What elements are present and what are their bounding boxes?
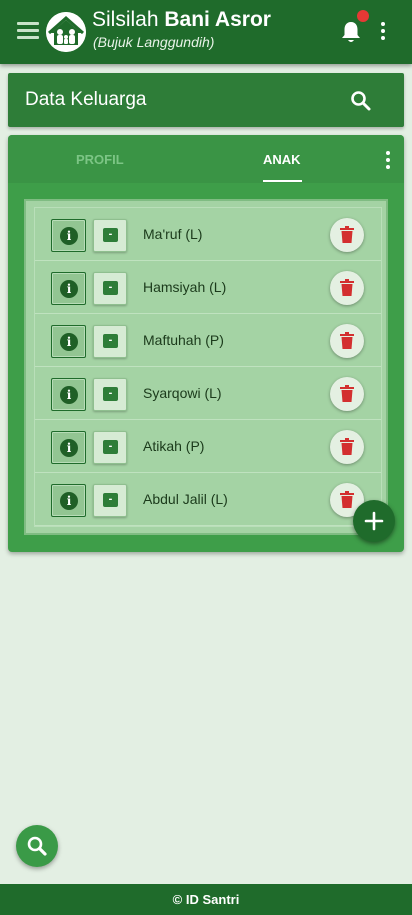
add-child-button[interactable] bbox=[353, 500, 395, 542]
child-name: Atikah (P) bbox=[143, 438, 205, 454]
app-title: Silsilah Bani Asror bbox=[92, 8, 271, 31]
trash-icon bbox=[340, 438, 354, 455]
collapse-button[interactable]: - bbox=[93, 431, 127, 464]
child-name: Ma'ruf (L) bbox=[143, 226, 203, 242]
app-bar: Silsilah Bani Asror (Bujuk Langgundih) bbox=[0, 0, 412, 64]
info-button[interactable]: i bbox=[51, 219, 86, 252]
child-name: Maftuhah (P) bbox=[143, 332, 224, 348]
info-button[interactable]: i bbox=[51, 378, 86, 411]
floating-search-button[interactable] bbox=[16, 825, 58, 867]
info-icon: i bbox=[60, 333, 78, 351]
collapse-button[interactable]: - bbox=[93, 272, 127, 305]
footer: © ID Santri bbox=[0, 884, 412, 915]
trash-icon bbox=[340, 279, 354, 296]
bell-icon[interactable] bbox=[340, 20, 362, 44]
child-name: Abdul Jalil (L) bbox=[143, 491, 228, 507]
section-header: Data Keluarga bbox=[8, 73, 404, 127]
delete-button[interactable] bbox=[330, 271, 364, 305]
minus-icon: - bbox=[103, 440, 118, 454]
info-button[interactable]: i bbox=[51, 431, 86, 464]
children-list-container: i - Ma'ruf (L) i - Hamsiyah (L) i - Maft… bbox=[24, 199, 388, 535]
child-name: Hamsiyah (L) bbox=[143, 279, 227, 295]
active-tab-indicator bbox=[263, 180, 302, 182]
vertical-dots-icon[interactable] bbox=[382, 151, 394, 171]
collapse-button[interactable]: - bbox=[93, 484, 127, 517]
delete-button[interactable] bbox=[330, 430, 364, 464]
minus-icon: - bbox=[103, 493, 118, 507]
minus-icon: - bbox=[103, 281, 118, 295]
section-title: Data Keluarga bbox=[25, 89, 147, 110]
trash-icon bbox=[340, 332, 354, 349]
delete-button[interactable] bbox=[330, 324, 364, 358]
family-house-logo bbox=[46, 12, 86, 52]
search-icon bbox=[27, 836, 47, 856]
info-icon: i bbox=[60, 386, 78, 404]
info-icon: i bbox=[60, 492, 78, 510]
app-subtitle: (Bujuk Langgundih) bbox=[93, 34, 215, 50]
info-button[interactable]: i bbox=[51, 272, 86, 305]
trash-icon bbox=[340, 385, 354, 402]
list-item: i - Atikah (P) bbox=[35, 420, 381, 473]
children-list: i - Ma'ruf (L) i - Hamsiyah (L) i - Maft… bbox=[34, 207, 382, 527]
info-icon: i bbox=[60, 280, 78, 298]
list-item: i - Maftuhah (P) bbox=[35, 314, 381, 367]
tab-profil[interactable]: PROFIL bbox=[76, 152, 124, 167]
info-icon: i bbox=[60, 227, 78, 245]
trash-icon bbox=[340, 226, 354, 243]
trash-icon bbox=[340, 491, 354, 508]
collapse-button[interactable]: - bbox=[93, 325, 127, 358]
collapse-button[interactable]: - bbox=[93, 378, 127, 411]
info-button[interactable]: i bbox=[51, 325, 86, 358]
delete-button[interactable] bbox=[330, 377, 364, 411]
minus-icon: - bbox=[103, 228, 118, 242]
minus-icon: - bbox=[103, 387, 118, 401]
search-icon[interactable] bbox=[350, 90, 372, 112]
tab-anak[interactable]: ANAK bbox=[263, 152, 301, 167]
footer-text: © ID Santri bbox=[172, 892, 240, 907]
notification-badge bbox=[357, 10, 369, 22]
family-card: PROFIL ANAK i - Ma'ruf (L) i - Hamsiyah … bbox=[8, 135, 404, 552]
hamburger-menu-icon[interactable] bbox=[17, 22, 39, 42]
info-icon: i bbox=[60, 439, 78, 457]
app-title-block: Silsilah Bani Asror (Bujuk Langgundih) bbox=[92, 7, 271, 51]
list-item: i - Ma'ruf (L) bbox=[35, 208, 381, 261]
tab-bar: PROFIL ANAK bbox=[8, 135, 404, 183]
list-item: i - Abdul Jalil (L) bbox=[35, 473, 381, 526]
minus-icon: - bbox=[103, 334, 118, 348]
delete-button[interactable] bbox=[330, 218, 364, 252]
list-item: i - Hamsiyah (L) bbox=[35, 261, 381, 314]
list-item: i - Syarqowi (L) bbox=[35, 367, 381, 420]
child-name: Syarqowi (L) bbox=[143, 385, 222, 401]
plus-icon bbox=[364, 511, 384, 531]
collapse-button[interactable]: - bbox=[93, 219, 127, 252]
info-button[interactable]: i bbox=[51, 484, 86, 517]
vertical-dots-icon[interactable] bbox=[377, 22, 389, 42]
